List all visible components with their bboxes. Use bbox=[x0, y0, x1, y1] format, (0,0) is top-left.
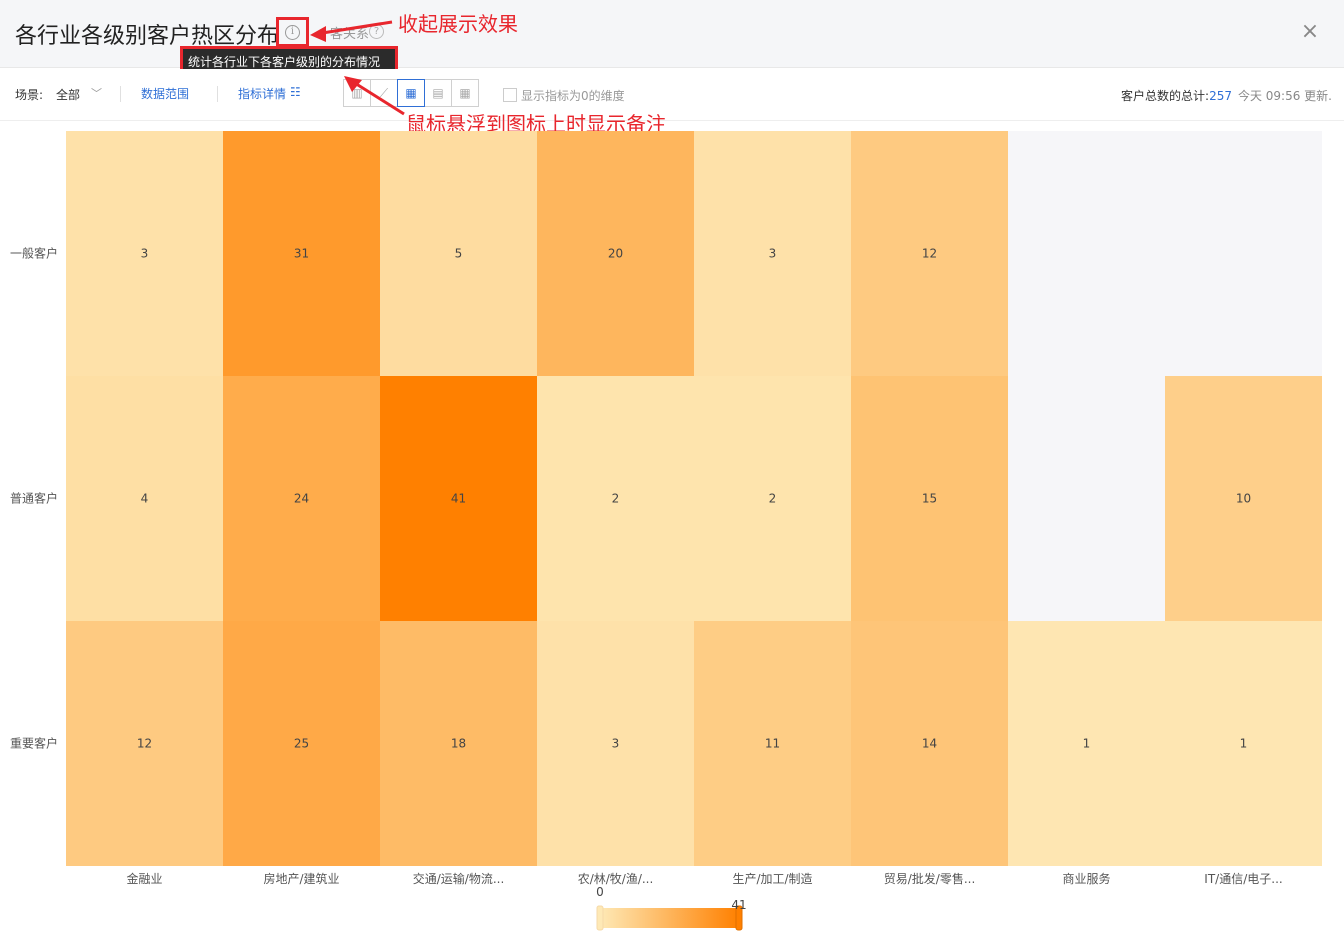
show-zero-label: 显示指标为0的维度 bbox=[521, 89, 625, 103]
total-label: 客户总数的总计: bbox=[1121, 89, 1210, 103]
heatmap-cell bbox=[1008, 131, 1165, 376]
cell-value-label: 14 bbox=[922, 737, 937, 751]
cell-value-label: 12 bbox=[922, 247, 937, 261]
cell-value-label: 18 bbox=[451, 737, 466, 751]
scene-label: 场景: bbox=[15, 88, 44, 102]
x-axis-tick-label: 农/林/牧/渔/... bbox=[578, 872, 654, 886]
cell-value-label: 3 bbox=[141, 247, 149, 261]
divider bbox=[120, 86, 121, 102]
total-stat: 客户总数的总计:257 今天 09:56 更新. bbox=[1121, 87, 1332, 104]
visual-map-min-label: 0 bbox=[596, 885, 604, 899]
x-axis-tick-label: 房地产/建筑业 bbox=[263, 871, 339, 886]
heatmap-cell bbox=[1165, 131, 1322, 376]
toolbar: 场景: 全部 ﹀ 数据范围 指标详情 ☷ ▥ ⟋ ▦ ▤ ▦ 显示指标为0的维度… bbox=[0, 69, 1344, 121]
x-axis-tick-label: 生产/加工/制造 bbox=[732, 872, 812, 886]
visual-map-handle-low bbox=[596, 905, 604, 931]
table-icon[interactable]: ▦ bbox=[451, 79, 479, 107]
bar-chart-icon[interactable]: ▥ bbox=[343, 79, 371, 107]
heatmap-cell bbox=[1008, 376, 1165, 621]
pivot-table-icon[interactable]: ▤ bbox=[424, 79, 452, 107]
cell-value-label: 41 bbox=[451, 492, 466, 506]
relation-label: 客关系 bbox=[330, 27, 370, 42]
close-icon[interactable]: × bbox=[1300, 21, 1320, 43]
collapse-annotation: 收起展示效果 bbox=[398, 12, 518, 36]
updated-time: 今天 09:56 更新. bbox=[1237, 89, 1332, 103]
y-axis-tick-label: 一般客户 bbox=[10, 246, 58, 261]
cell-value-label: 31 bbox=[294, 247, 309, 261]
info-icon[interactable]: i bbox=[276, 17, 309, 47]
cell-value-label: 3 bbox=[769, 247, 777, 261]
divider bbox=[217, 86, 218, 102]
x-axis-tick-label: 金融业 bbox=[126, 871, 162, 886]
cell-value-label: 10 bbox=[1236, 492, 1251, 506]
view-type-switcher: ▥ ⟋ ▦ ▤ ▦ bbox=[343, 79, 479, 107]
heatmap-chart: 3 31 5 20 3 124 24 41 2 2 15 1012 25 18 3 11 14 1 1一般客户普通客… bbox=[10, 131, 1322, 931]
cell-value-label: 2 bbox=[612, 492, 620, 506]
visual-map-max-label: 41 bbox=[731, 898, 746, 912]
cell-value-label: 1 bbox=[1083, 737, 1091, 751]
list-icon[interactable]: ☷ bbox=[290, 85, 301, 99]
x-axis-tick-label: IT/通信/电子... bbox=[1204, 872, 1282, 886]
cell-value-label: 25 bbox=[294, 737, 309, 751]
cell-value-label: 20 bbox=[608, 247, 623, 261]
cell-value-label: 11 bbox=[765, 737, 780, 751]
data-range-link[interactable]: 数据范围 bbox=[141, 85, 189, 102]
cell-value-label: 1 bbox=[1240, 737, 1248, 751]
y-axis-tick-label: 重要客户 bbox=[10, 736, 58, 751]
x-axis-tick-label: 交通/运输/物流... bbox=[413, 871, 505, 886]
chevron-down-icon[interactable]: ﹀ bbox=[91, 85, 102, 101]
cell-value-label: 15 bbox=[922, 492, 937, 506]
x-axis-tick-label: 商业服务 bbox=[1062, 871, 1110, 886]
x-axis-tick-label: 贸易/批发/零售... bbox=[884, 871, 976, 886]
metric-detail-link[interactable]: 指标详情 bbox=[238, 85, 286, 102]
scene-select[interactable]: 全部 bbox=[56, 86, 80, 103]
heatmap-icon[interactable]: ▦ bbox=[397, 79, 425, 107]
cell-value-label: 3 bbox=[612, 737, 620, 751]
cell-value-label: 4 bbox=[141, 492, 149, 506]
help-icon[interactable]: ? bbox=[369, 24, 384, 39]
line-chart-icon[interactable]: ⟋ bbox=[370, 79, 398, 107]
cell-value-label: 2 bbox=[769, 492, 777, 506]
cell-value-label: 5 bbox=[455, 247, 463, 261]
show-zero-checkbox[interactable] bbox=[503, 88, 517, 102]
cell-value-label: 24 bbox=[294, 492, 309, 506]
total-value: 257 bbox=[1209, 89, 1232, 103]
visual-map-bar bbox=[600, 908, 739, 928]
cell-value-label: 12 bbox=[137, 737, 152, 751]
y-axis-tick-label: 普通客户 bbox=[10, 491, 58, 506]
